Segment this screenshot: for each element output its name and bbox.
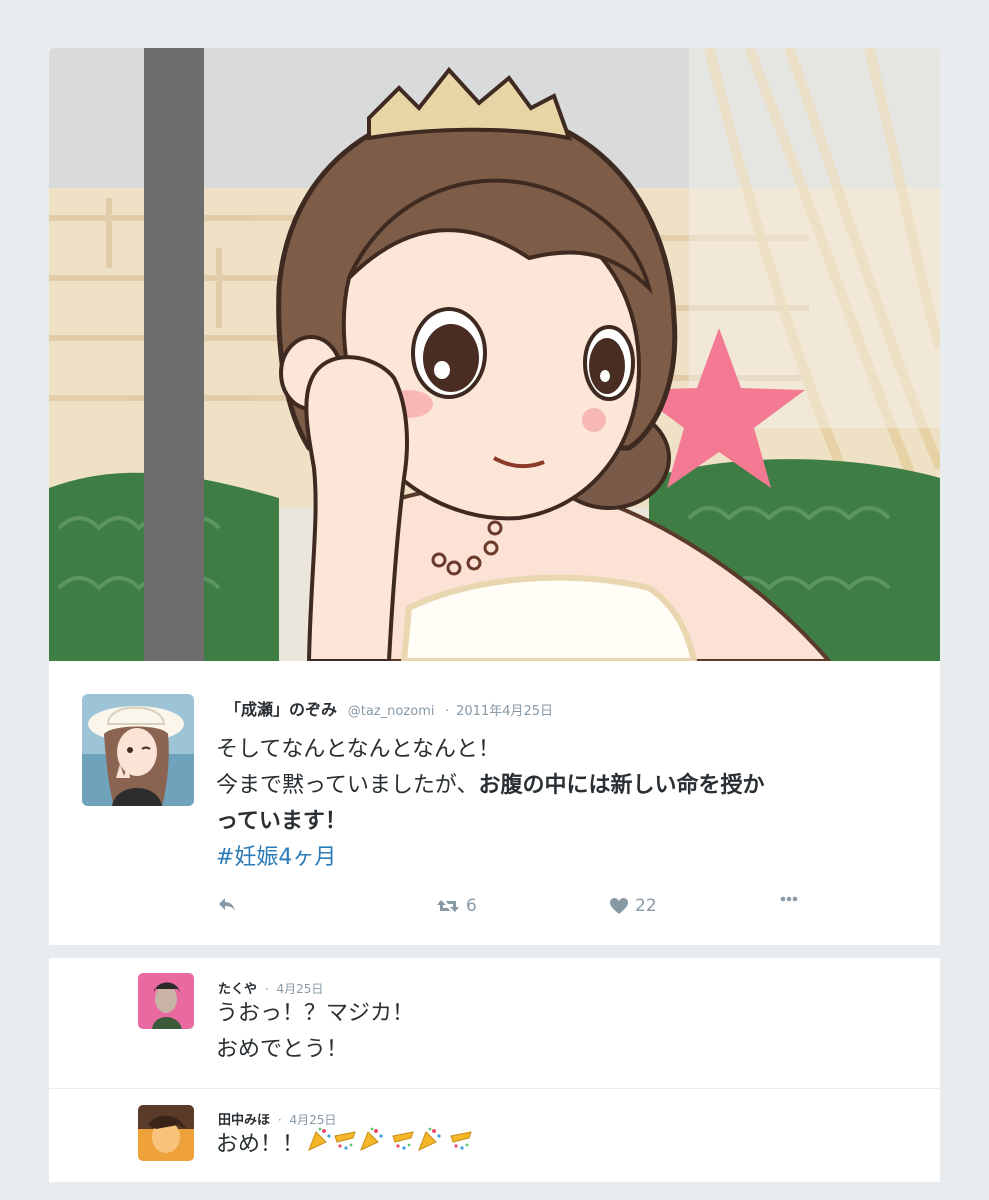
tweet-line-1: そしてなんとなんとなんと！ <box>216 737 501 762</box>
retweet-button[interactable]: 6 <box>436 896 477 916</box>
author-avatar[interactable] <box>82 694 194 806</box>
reply-avatar[interactable] <box>138 973 194 1029</box>
author-handle[interactable]: @taz_nozomi <box>348 704 435 719</box>
party-popper-icon <box>306 1126 332 1164</box>
tweet-actions: 6 22 <box>217 896 798 924</box>
party-popper-icon <box>358 1126 384 1164</box>
reply-item[interactable]: たくや · 4月25日 うおっ！？マジカ！ おめでとう！ <box>49 958 940 1088</box>
reply-icon <box>217 896 237 914</box>
reply-date[interactable]: 4月25日 <box>290 1113 337 1127</box>
party-popper-icon <box>332 1126 358 1164</box>
tweet-line-2-plain: 今まで黙っていましたが、 <box>216 773 479 798</box>
heart-icon <box>609 897 629 915</box>
like-button[interactable]: 22 <box>609 896 657 916</box>
tweet-photo[interactable] <box>49 48 940 661</box>
meta-separator: · <box>277 1113 282 1127</box>
meta-separator: · <box>264 982 269 996</box>
retweet-count: 6 <box>466 896 477 916</box>
hashtag-link[interactable]: #妊娠4ヶ月 <box>216 840 906 876</box>
reply-line-2: おめでとう！ <box>216 1037 349 1062</box>
author-name[interactable]: 「成瀬」のぞみ <box>225 700 337 719</box>
tweet-card: 「成瀬」のぞみ @taz_nozomi · 2011年4月25日 そしてなんとな… <box>49 48 940 945</box>
party-popper-icon <box>416 1126 442 1164</box>
reply-text: うおっ！？マジカ！ おめでとう！ <box>216 996 414 1068</box>
tweet-line-2: 今まで黙っていましたが、お腹の中には新しい命を授か <box>216 768 906 804</box>
replies-card: たくや · 4月25日 うおっ！？マジカ！ おめでとう！ 田中みほ · 4月25… <box>49 958 940 1182</box>
tweet-text: そしてなんとなんとなんと！ 今まで黙っていましたが、お腹の中には新しい命を授か … <box>216 732 906 876</box>
reply-text-content: おめ！！ <box>216 1132 305 1157</box>
tweet-date[interactable]: 2011年4月25日 <box>456 704 553 719</box>
reply-line-1: うおっ！？マジカ！ <box>216 1001 415 1026</box>
reply-item[interactable]: 田中みほ · 4月25日 おめ！！ <box>49 1089 940 1182</box>
reply-text: おめ！！ <box>216 1126 474 1164</box>
reply-avatar[interactable] <box>138 1105 194 1161</box>
tweet-line-3: っています！ <box>216 809 347 834</box>
reply-author-name[interactable]: たくや <box>218 982 257 997</box>
reply-button[interactable] <box>217 896 237 914</box>
more-button[interactable] <box>780 896 798 902</box>
retweet-icon <box>436 897 460 915</box>
tweet-line-2-bold: お腹の中には新しい命を授か <box>478 773 765 798</box>
party-popper-icon <box>390 1126 416 1164</box>
reply-date[interactable]: 4月25日 <box>277 982 324 996</box>
meta-separator: · <box>445 704 450 719</box>
like-count: 22 <box>635 896 657 916</box>
reply-header: たくや · 4月25日 <box>218 978 323 997</box>
party-popper-icon <box>448 1126 474 1164</box>
more-icon <box>780 896 798 902</box>
tweet-header: 「成瀬」のぞみ @taz_nozomi · 2011年4月25日 <box>225 696 553 720</box>
